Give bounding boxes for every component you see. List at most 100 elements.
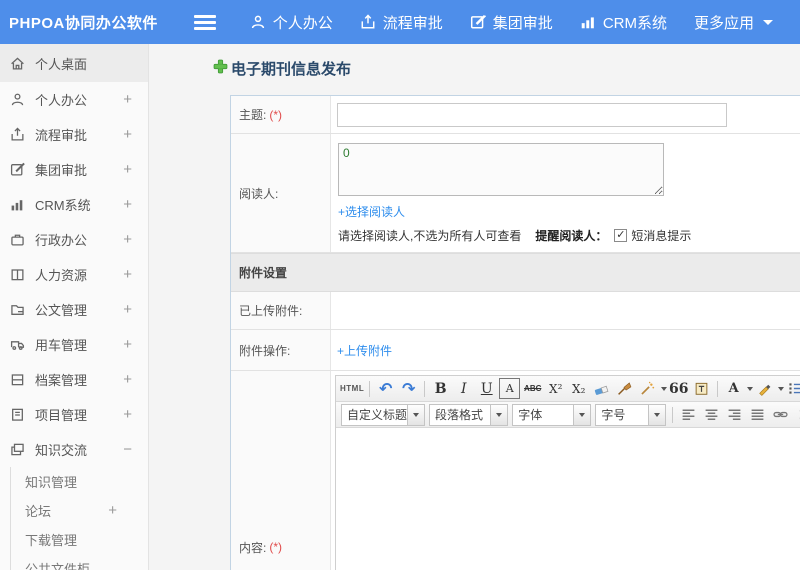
undo-icon[interactable]: ↶ — [375, 378, 396, 399]
font-color-button[interactable]: A — [723, 378, 744, 399]
edit-icon — [470, 14, 486, 30]
hamburger-menu-icon[interactable] — [194, 14, 216, 30]
sidebar: 个人桌面 个人办公 + 流程审批 + 集团审批 + CRM系统 + 行政办公 + — [0, 44, 149, 570]
user-icon — [10, 92, 26, 108]
edit-icon — [10, 162, 26, 178]
custom-title-select[interactable]: 自定义标题 — [341, 403, 425, 426]
nav-crm-system[interactable]: CRM系统 — [580, 12, 667, 33]
highlighter-caret-icon[interactable] — [778, 386, 785, 391]
upload-attachment-link[interactable]: +上传附件 — [337, 342, 392, 359]
sidebar-item-project-mgmt[interactable]: 项目管理 + — [0, 397, 148, 432]
underline-button[interactable]: U — [476, 378, 497, 399]
sidebar-subitem-knowledge-mgmt[interactable]: 知识管理 — [10, 467, 148, 496]
archive-icon — [10, 372, 26, 388]
workflow-icon — [360, 14, 376, 30]
top-bar: PHPOA协同办公软件 个人办公 流程审批 集团审批 CRM系统 更多应用 — [0, 0, 800, 44]
subscript-button[interactable]: X₂ — [568, 378, 589, 399]
sms-remind-label: 短消息提示 — [631, 229, 692, 243]
highlighter-icon[interactable] — [754, 378, 775, 399]
sidebar-subitem-download-mgmt[interactable]: 下载管理 — [10, 525, 148, 554]
uploaded-attachments-row: 已上传附件: — [231, 292, 800, 330]
align-center-icon[interactable] — [701, 404, 722, 425]
readers-row: 阅读人: 0 +选择阅读人 请选择阅读人,不选为所有人可查看 提醒阅读人： ✓ … — [231, 134, 800, 253]
workflow-icon — [10, 127, 26, 143]
magic-wand-icon[interactable] — [637, 378, 658, 399]
eraser-icon[interactable] — [591, 378, 612, 399]
subject-label: 主题: (*) — [231, 96, 331, 133]
align-right-icon[interactable] — [724, 404, 745, 425]
strikethrough-button[interactable]: ABC — [522, 378, 543, 399]
readers-field[interactable]: 0 — [338, 143, 664, 196]
required-mark: (*) — [269, 107, 283, 122]
book-icon — [10, 267, 26, 283]
nav-more-apps[interactable]: 更多应用 — [694, 12, 773, 33]
align-justify-icon[interactable] — [747, 404, 768, 425]
format-brush-icon[interactable] — [614, 378, 635, 399]
bold-button[interactable]: B — [430, 378, 451, 399]
blockquote-button[interactable]: 66 — [668, 378, 689, 399]
sidebar-subitem-forum[interactable]: 论坛 + — [10, 496, 148, 525]
layers-icon — [10, 442, 26, 458]
subject-input[interactable] — [337, 102, 727, 127]
chevron-down-icon — [407, 404, 424, 425]
nav-personal-office[interactable]: 个人办公 — [250, 12, 333, 33]
home-icon — [10, 55, 26, 71]
italic-button[interactable]: I — [453, 378, 474, 399]
chevron-down-icon — [573, 404, 591, 425]
font-family-select[interactable]: 字体 — [512, 403, 592, 426]
folder-icon — [10, 302, 26, 318]
sidebar-item-archive-mgmt[interactable]: 档案管理 + — [0, 362, 148, 397]
editor-toolbar-row1: HTML ↶ ↷ B I U A ABC X² X₂ 66 A — [336, 376, 800, 402]
notebook-icon — [10, 407, 26, 423]
superscript-button[interactable]: X² — [545, 378, 566, 399]
sidebar-item-crm[interactable]: CRM系统 + — [0, 187, 148, 222]
uploaded-attachments-value — [331, 292, 800, 329]
sms-remind-checkbox[interactable]: ✓ — [614, 229, 628, 242]
paste-text-icon[interactable] — [691, 378, 712, 399]
briefcase-icon — [10, 232, 26, 248]
html-source-button[interactable]: HTML — [340, 378, 364, 399]
align-left-icon[interactable] — [678, 404, 699, 425]
main-content: 电子期刊信息发布 主题: (*) 阅读人: 0 +选择阅读人 请选择阅读人,不选… — [149, 44, 800, 570]
font-color-caret-icon[interactable] — [747, 386, 754, 391]
remind-readers-label: 提醒阅读人： — [535, 229, 608, 243]
sidebar-item-vehicle-mgmt[interactable]: 用车管理 + — [0, 327, 148, 362]
attachment-section-header: 附件设置 — [231, 253, 800, 292]
nav-group-approval[interactable]: 集团审批 — [470, 12, 553, 33]
attachment-action-label: 附件操作: — [231, 330, 331, 370]
user-icon — [250, 14, 266, 30]
magic-wand-caret-icon[interactable] — [661, 386, 668, 391]
editor-content-area[interactable] — [336, 428, 800, 570]
font-border-button[interactable]: A — [499, 378, 521, 399]
unlink-icon[interactable] — [793, 404, 800, 425]
content-label: 内容: (*) — [231, 371, 331, 570]
paragraph-format-select[interactable]: 段落格式 — [429, 403, 509, 426]
content-row: 内容: (*) HTML ↶ ↷ B I U A ABC X² X₂ 66 A … — [231, 371, 800, 570]
sidebar-item-group-approval[interactable]: 集团审批 + — [0, 152, 148, 187]
sidebar-item-knowledge-exchange[interactable]: 知识交流 − — [0, 432, 148, 467]
publish-form: 主题: (*) 阅读人: 0 +选择阅读人 请选择阅读人,不选为所有人可查看 提… — [230, 95, 800, 570]
caret-down-icon — [763, 19, 773, 25]
sidebar-item-personal-office[interactable]: 个人办公 + — [0, 82, 148, 117]
select-readers-link[interactable]: +选择阅读人 — [338, 203, 405, 220]
uploaded-attachments-label: 已上传附件: — [231, 292, 331, 329]
sidebar-subitem-public-file-cabinet[interactable]: 公共文件柜 — [10, 554, 148, 570]
ordered-list-icon[interactable] — [785, 378, 800, 399]
redo-icon[interactable]: ↷ — [398, 378, 419, 399]
car-icon — [10, 337, 26, 353]
sidebar-item-admin-office[interactable]: 行政办公 + — [0, 222, 148, 257]
readers-label: 阅读人: — [231, 134, 331, 252]
sidebar-item-workflow-approval[interactable]: 流程审批 + — [0, 117, 148, 152]
sidebar-item-personal-desktop[interactable]: 个人桌面 — [0, 44, 148, 82]
add-plus-icon — [213, 59, 228, 79]
sidebar-item-document-mgmt[interactable]: 公文管理 + — [0, 292, 148, 327]
bar-chart-icon — [10, 197, 26, 213]
font-size-select[interactable]: 字号 — [595, 403, 667, 426]
editor-toolbar-row2: 自定义标题 段落格式 字体 字号 — [336, 402, 800, 428]
link-icon[interactable] — [770, 404, 791, 425]
required-mark: (*) — [269, 540, 283, 554]
nav-workflow-approval[interactable]: 流程审批 — [360, 12, 443, 33]
sidebar-item-hr[interactable]: 人力资源 + — [0, 257, 148, 292]
app-logo: PHPOA协同办公软件 — [9, 14, 158, 32]
rich-text-editor: HTML ↶ ↷ B I U A ABC X² X₂ 66 A 自定义标题 段落… — [335, 375, 800, 570]
